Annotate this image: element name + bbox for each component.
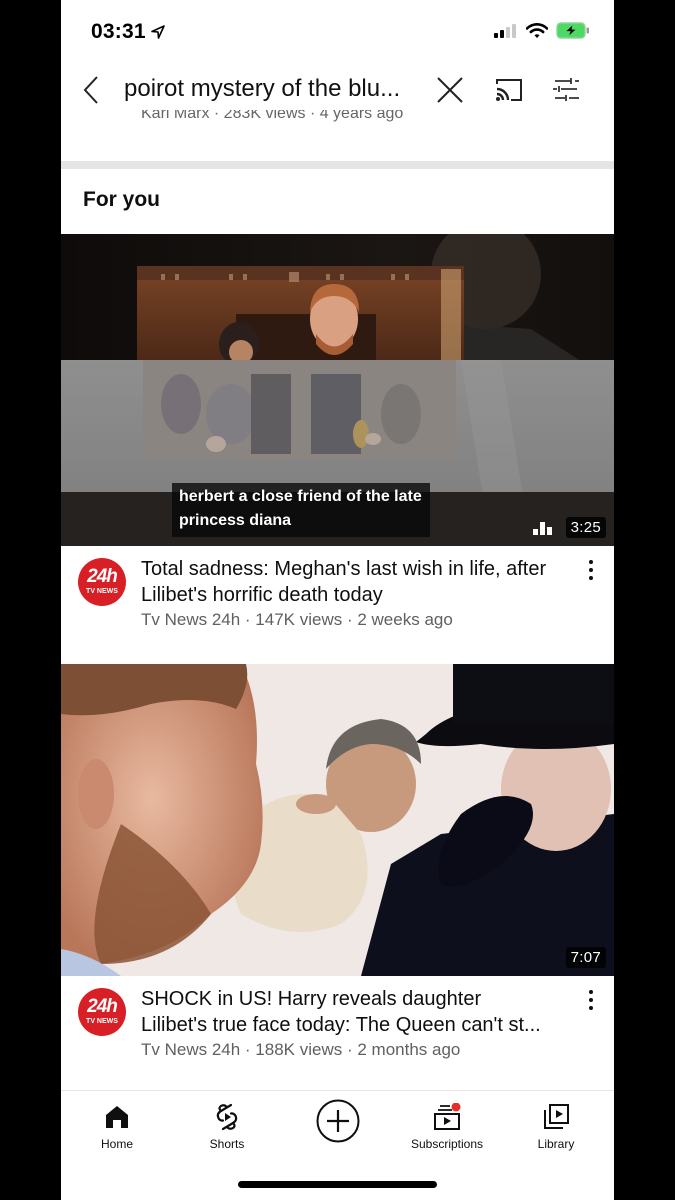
more-vertical-icon — [589, 560, 593, 580]
nav-item-home[interactable]: Home — [67, 1091, 167, 1155]
duration-badge: 7:07 — [565, 947, 606, 968]
chevron-left-icon — [83, 76, 98, 104]
cast-button[interactable] — [493, 76, 525, 104]
nav-label: Subscriptions — [410, 1137, 484, 1151]
caption-line: princess diana — [179, 512, 292, 529]
subscriptions-icon — [434, 1103, 461, 1130]
home-indicator[interactable] — [238, 1181, 437, 1188]
more-options-button[interactable] — [586, 558, 596, 582]
now-playing-icon — [533, 522, 552, 535]
video-metadata: Tv News 24h · 147K views · 2 weeks ago — [141, 610, 453, 629]
close-icon — [437, 77, 463, 103]
home-icon — [106, 1106, 128, 1128]
bottom-nav: Home Shorts Subscriptions Library — [61, 1091, 614, 1161]
video-title[interactable]: SHOCK in US! Harry reveals daughter Lili… — [141, 986, 551, 1038]
cast-icon — [496, 79, 522, 101]
video-thumbnail[interactable]: herbert a close friend of the late princ… — [61, 234, 614, 546]
location-arrow-icon — [150, 25, 165, 39]
video-metadata: Tv News 24h · 188K views · 2 months ago — [141, 1040, 461, 1059]
wifi-icon — [526, 22, 548, 38]
nav-item-library[interactable]: Library — [506, 1091, 606, 1155]
back-button[interactable] — [79, 74, 103, 106]
nav-label: Home — [100, 1137, 133, 1151]
caption-overlay: herbert a close friend of the late princ… — [172, 483, 430, 537]
clear-search-button[interactable] — [435, 75, 465, 105]
cellular-signal-icon — [494, 23, 516, 38]
duration-badge: 3:25 — [565, 517, 606, 538]
library-icon — [544, 1104, 569, 1129]
video-thumbnail[interactable]: 7:07 — [61, 664, 614, 976]
channel-avatar[interactable]: 24h TV NEWS — [78, 558, 126, 606]
nav-item-subscriptions[interactable]: Subscriptions — [397, 1091, 497, 1155]
battery-charging-icon — [556, 22, 589, 39]
notification-badge — [451, 1103, 461, 1112]
video-info: 24h TV NEWS Total sadness: Meghan's last… — [61, 546, 614, 656]
more-options-button[interactable] — [586, 988, 596, 1012]
search-query-field[interactable]: poirot mystery of the blu... — [124, 72, 424, 106]
caption-line: herbert a close friend of the late — [179, 488, 422, 505]
filter-button[interactable] — [553, 76, 581, 104]
section-title: For you — [83, 188, 160, 211]
phone-screen: 03:31 poirot mystery of the blu... Karl … — [61, 0, 614, 1200]
nav-item-shorts[interactable]: Shorts — [177, 1091, 277, 1155]
nav-label: Library — [537, 1137, 575, 1151]
status-icons — [494, 22, 590, 39]
video-info: 24h TV NEWS SHOCK in US! Harry reveals d… — [61, 976, 614, 1086]
thumbnail-image — [61, 664, 614, 976]
previous-result-meta: Karl Marx · 283K views · 4 years ago — [141, 110, 404, 122]
filter-sliders-icon — [553, 78, 579, 101]
section-divider — [61, 161, 614, 169]
status-time-group: 03:31 — [91, 20, 166, 44]
create-plus-icon — [316, 1099, 360, 1143]
nav-label: Shorts — [209, 1137, 245, 1151]
create-button[interactable] — [288, 1091, 388, 1155]
more-vertical-icon — [589, 990, 593, 1010]
status-bar: 03:31 — [61, 0, 614, 60]
video-title[interactable]: Total sadness: Meghan's last wish in lif… — [141, 556, 551, 608]
shorts-icon — [216, 1103, 238, 1131]
channel-avatar[interactable]: 24h TV NEWS — [78, 988, 126, 1036]
status-time: 03:31 — [91, 20, 146, 43]
